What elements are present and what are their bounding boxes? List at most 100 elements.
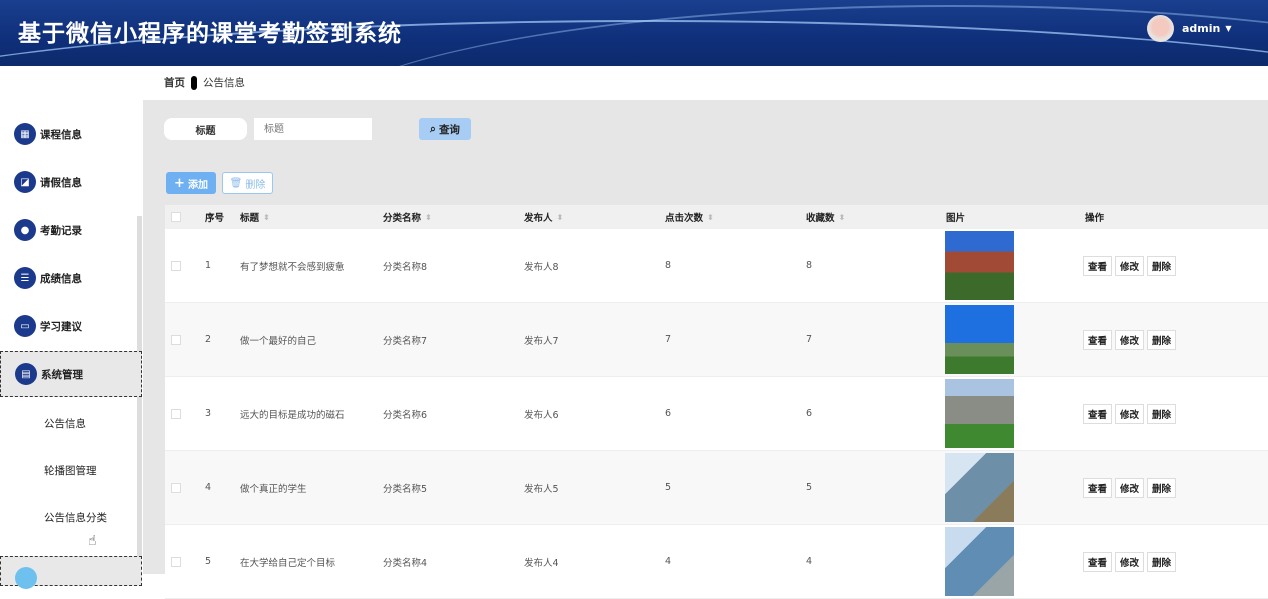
cell-pub: 发布人8 bbox=[524, 261, 559, 273]
sidebar-subitem-0[interactable]: 公告信息 bbox=[44, 416, 86, 431]
cell-no: 4 bbox=[205, 482, 212, 493]
breadcrumb-home[interactable]: 首页 bbox=[164, 75, 185, 90]
edit-button[interactable]: 修改 bbox=[1115, 551, 1145, 572]
cell-pub: 发布人5 bbox=[524, 483, 559, 495]
cell-no: 5 bbox=[205, 556, 212, 567]
delete-button[interactable]: 🗑 删除 bbox=[222, 172, 273, 194]
cell-cat: 分类名称8 bbox=[383, 261, 428, 273]
edit-button[interactable]: 修改 bbox=[1115, 329, 1145, 350]
sort-icon[interactable]: ⬍ bbox=[707, 213, 714, 222]
row-checkbox[interactable] bbox=[171, 408, 181, 419]
title-search-input[interactable] bbox=[254, 118, 372, 140]
column-header[interactable]: 发布人 ⬍ bbox=[524, 205, 563, 229]
column-header[interactable]: 点击次数 ⬍ bbox=[665, 205, 714, 229]
row-checkbox[interactable] bbox=[171, 556, 181, 567]
row-checkbox[interactable] bbox=[171, 334, 181, 345]
delete-button[interactable]: 删除 bbox=[1147, 255, 1177, 276]
search-label: 标题 bbox=[164, 118, 247, 140]
column-header[interactable]: 标题 ⬍ bbox=[240, 205, 270, 229]
sidebar-item-4[interactable]: ▭ 学习建议 bbox=[0, 303, 142, 349]
row-checkbox[interactable] bbox=[171, 482, 181, 493]
delete-button[interactable]: 删除 bbox=[1147, 477, 1177, 498]
cell-no: 1 bbox=[205, 260, 212, 271]
grid-icon: ▦ bbox=[14, 123, 36, 145]
sort-icon[interactable]: ⬍ bbox=[263, 213, 270, 222]
column-header[interactable]: 分类名称 ⬍ bbox=[383, 205, 432, 229]
delete-button[interactable]: 删除 bbox=[1147, 551, 1177, 572]
username: admin bbox=[1182, 22, 1221, 35]
cell-favs: 4 bbox=[806, 556, 813, 567]
column-label: 发布人 bbox=[524, 213, 553, 224]
sidebar-subitem-1[interactable]: 轮播图管理 bbox=[44, 463, 97, 478]
cell-favs: 6 bbox=[806, 408, 813, 419]
column-label: 点击次数 bbox=[665, 213, 704, 224]
thumbnail-image[interactable] bbox=[945, 453, 1014, 522]
cell-favs: 5 bbox=[806, 482, 813, 493]
row-checkbox[interactable] bbox=[171, 260, 181, 271]
view-button[interactable]: 查看 bbox=[1083, 477, 1113, 498]
thumbnail-image[interactable] bbox=[945, 231, 1014, 300]
sliders-icon: ☰ bbox=[14, 267, 36, 289]
thumbnail-image[interactable] bbox=[945, 527, 1014, 596]
sidebar-item-label: 学习建议 bbox=[40, 320, 82, 333]
table-row: 2 做一个最好的自己 分类名称7 发布人7 7 7 查看 修改 删除 bbox=[165, 303, 1268, 377]
thumbnail-image[interactable] bbox=[945, 305, 1014, 374]
sidebar-item-0[interactable]: ▦ 课程信息 bbox=[0, 111, 142, 157]
cell-clicks: 7 bbox=[665, 334, 672, 345]
select-all-checkbox[interactable] bbox=[171, 212, 181, 222]
view-button[interactable]: 查看 bbox=[1083, 329, 1113, 350]
cell-clicks: 6 bbox=[665, 408, 672, 419]
cell-no: 3 bbox=[205, 408, 212, 419]
user-menu[interactable]: admin ▼ bbox=[1147, 15, 1232, 42]
view-button[interactable]: 查看 bbox=[1083, 403, 1113, 424]
delete-label: 删除 bbox=[245, 179, 266, 191]
cell-pub: 发布人4 bbox=[524, 557, 559, 569]
column-label: 图片 bbox=[946, 213, 966, 224]
cell-cat: 分类名称5 bbox=[383, 483, 428, 495]
sidebar-item-next[interactable] bbox=[0, 556, 142, 589]
sidebar-subitem-2[interactable]: 公告信息分类 bbox=[44, 510, 107, 525]
column-label: 序号 bbox=[205, 213, 225, 224]
sort-icon[interactable]: ⬍ bbox=[557, 213, 564, 222]
sort-icon[interactable]: ⬍ bbox=[839, 213, 846, 222]
search-icon: ⌕ bbox=[430, 122, 436, 135]
trash-icon: 🗑 bbox=[229, 177, 243, 189]
delete-button[interactable]: 删除 bbox=[1147, 329, 1177, 350]
column-header[interactable]: 收藏数 ⬍ bbox=[806, 205, 845, 229]
sidebar-item-1[interactable]: ◪ 请假信息 bbox=[0, 159, 142, 205]
app-title: 基于微信小程序的课堂考勤签到系统 bbox=[18, 21, 402, 47]
view-button[interactable]: 查看 bbox=[1083, 255, 1113, 276]
sidebar-item-2[interactable]: ● 考勤记录 bbox=[0, 207, 142, 253]
cell-cat: 分类名称7 bbox=[383, 335, 428, 347]
cell-clicks: 4 bbox=[665, 556, 672, 567]
plus-icon: + bbox=[174, 175, 185, 191]
table-header: 序号 标题 ⬍ 分类名称 ⬍ 发布人 ⬍ 点击次数 ⬍ 收藏数 ⬍ 图片 操作 bbox=[165, 205, 1268, 229]
sidebar-item-label: 课程信息 bbox=[40, 128, 82, 141]
table-row: 4 做个真正的学生 分类名称5 发布人5 5 5 查看 修改 删除 bbox=[165, 451, 1268, 525]
sidebar-item-label: 考勤记录 bbox=[40, 224, 82, 237]
edit-button[interactable]: 修改 bbox=[1115, 403, 1145, 424]
sidebar-item-3[interactable]: ☰ 成绩信息 bbox=[0, 255, 142, 301]
sort-icon[interactable]: ⬍ bbox=[425, 213, 432, 222]
delete-button[interactable]: 删除 bbox=[1147, 403, 1177, 424]
cell-cat: 分类名称4 bbox=[383, 557, 428, 569]
sidebar-item-label: 系统管理 bbox=[41, 368, 83, 381]
table-row: 3 远大的目标是成功的磁石 分类名称6 发布人6 6 6 查看 修改 删除 bbox=[165, 377, 1268, 451]
sidebar-item-5[interactable]: ▤ 系统管理 bbox=[0, 351, 142, 397]
column-header: 图片 bbox=[946, 205, 965, 229]
user-icon: ● bbox=[14, 219, 36, 241]
edit-button[interactable]: 修改 bbox=[1115, 477, 1145, 498]
sidebar-item-label: 请假信息 bbox=[40, 176, 82, 189]
notice-table: 序号 标题 ⬍ 分类名称 ⬍ 发布人 ⬍ 点击次数 ⬍ 收藏数 ⬍ 图片 操作 1 有了梦想就不会感到疲惫… bbox=[165, 205, 1268, 599]
view-button[interactable]: 查看 bbox=[1083, 551, 1113, 572]
column-label: 标题 bbox=[240, 213, 260, 224]
cell-favs: 8 bbox=[806, 260, 813, 271]
breadcrumb-current: 公告信息 bbox=[203, 77, 245, 89]
cell-clicks: 8 bbox=[665, 260, 672, 271]
cell-no: 2 bbox=[205, 334, 212, 345]
query-button[interactable]: ⌕ 查询 bbox=[419, 118, 471, 140]
add-button[interactable]: + 添加 bbox=[166, 172, 216, 194]
thumbnail-image[interactable] bbox=[945, 379, 1014, 448]
edit-button[interactable]: 修改 bbox=[1115, 255, 1145, 276]
cell-favs: 7 bbox=[806, 334, 813, 345]
